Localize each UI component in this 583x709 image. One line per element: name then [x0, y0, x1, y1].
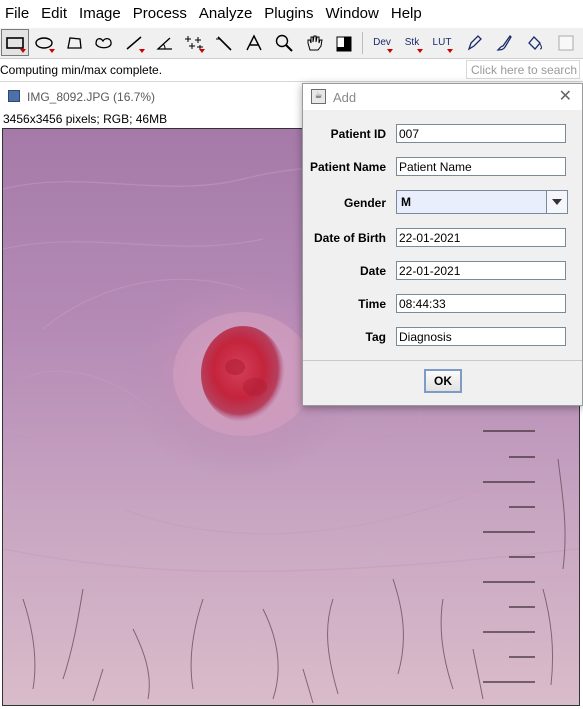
line-tool[interactable] [120, 29, 148, 56]
dob-label: Date of Birth [314, 231, 386, 245]
dev-label: Dev [373, 37, 391, 48]
polygon-tool[interactable] [60, 29, 88, 56]
pencil-icon [467, 34, 482, 50]
wand-icon [216, 35, 232, 51]
stacks-menu-tool[interactable]: Stk [398, 29, 426, 56]
image-window-title: IMG_8092.JPG (16.7%) [27, 90, 156, 104]
freehand-icon [95, 37, 112, 48]
dialog-titlebar[interactable]: ☕ Add ✕ [303, 84, 582, 110]
text-a-icon [246, 33, 262, 50]
patient-name-label: Patient Name [309, 160, 386, 174]
menu-file[interactable]: File [0, 0, 35, 28]
gender-label: Gender [343, 196, 386, 210]
menu-process[interactable]: Process [127, 0, 193, 28]
multipoint-tool[interactable] [180, 29, 208, 56]
brush-icon [496, 34, 512, 51]
more-tools[interactable] [552, 29, 580, 56]
text-tool[interactable] [240, 29, 268, 56]
tag-input[interactable]: Diagnosis [396, 327, 566, 346]
command-search-input[interactable]: Click here to search [466, 60, 580, 79]
hand-icon [307, 35, 323, 50]
menu-window[interactable]: Window [320, 0, 385, 28]
patient-name-input[interactable]: Patient Name [396, 157, 566, 176]
image-info: 3456x3456 pixels; RGB; 46MB [3, 112, 168, 126]
menu-help[interactable]: Help [385, 0, 428, 28]
angle-tool[interactable] [150, 29, 178, 56]
ok-button[interactable]: OK [424, 369, 462, 393]
time-input[interactable]: 08:44:33 [396, 294, 566, 313]
patient-id-input[interactable]: 007 [396, 124, 566, 143]
close-icon[interactable]: ✕ [559, 88, 572, 104]
hand-tool[interactable] [300, 29, 328, 56]
angle-icon [156, 37, 172, 50]
menu-edit[interactable]: Edit [35, 0, 73, 28]
time-label: Time [358, 297, 386, 311]
polygon-icon [67, 36, 82, 49]
dob-input[interactable]: 22-01-2021 [396, 228, 566, 247]
dialog-divider [303, 360, 582, 361]
rectangle-tool[interactable] [1, 29, 29, 56]
more-icon [558, 35, 574, 50]
patient-id-label: Patient ID [330, 127, 386, 141]
flood-fill-tool[interactable] [520, 29, 548, 56]
status-bar: Computing min/max complete. Click here t… [0, 59, 583, 82]
date-input[interactable]: 22-01-2021 [396, 261, 566, 280]
lut-label: LUT [432, 37, 452, 48]
freehand-tool[interactable] [90, 29, 118, 56]
menu-bar: File Edit Image Process Analyze Plugins … [0, 0, 583, 28]
oval-tool[interactable] [30, 29, 58, 56]
pencil-tool[interactable] [460, 29, 488, 56]
gender-selected-value: M [401, 195, 411, 209]
menu-analyze[interactable]: Analyze [193, 0, 258, 28]
chevron-down-icon[interactable] [546, 191, 567, 213]
gender-select[interactable]: M [396, 190, 568, 214]
imagej-window-icon [8, 90, 20, 102]
zoom-tool[interactable] [270, 29, 298, 56]
toolbar: Dev Stk LUT [0, 28, 583, 59]
developer-menu-tool[interactable]: Dev [368, 29, 396, 56]
menu-image[interactable]: Image [73, 0, 127, 28]
magnifier-icon [275, 34, 293, 52]
color-picker-tool[interactable] [330, 29, 358, 56]
add-dialog: ☕ Add ✕ Patient ID 007 Patient Name Pati… [302, 83, 583, 406]
wand-tool[interactable] [210, 29, 238, 56]
java-app-icon: ☕ [311, 89, 326, 104]
dialog-title: Add [333, 90, 357, 105]
lut-menu-tool[interactable]: LUT [428, 29, 456, 56]
tag-label: Tag [365, 330, 386, 344]
date-label: Date [359, 264, 386, 278]
status-message: Computing min/max complete. [0, 63, 163, 77]
color-swatch-icon [336, 36, 352, 51]
brush-tool[interactable] [490, 29, 518, 56]
bucket-icon [528, 35, 542, 50]
menu-plugins[interactable]: Plugins [258, 0, 319, 28]
stk-label: Stk [404, 37, 420, 48]
